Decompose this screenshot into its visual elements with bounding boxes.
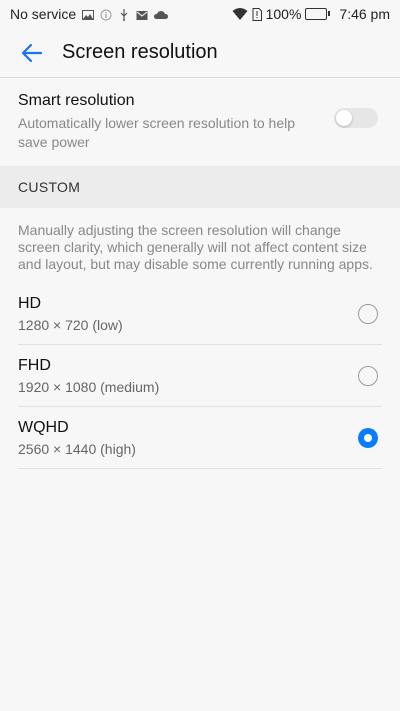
option-text: FHD 1920 × 1080 (medium) xyxy=(18,356,358,396)
cloud-icon xyxy=(154,8,169,20)
battery-percent: 100% xyxy=(265,6,302,22)
screen: No service 100% 7:46 pm Screen resolutio… xyxy=(0,0,400,711)
radio-wqhd[interactable] xyxy=(358,428,378,448)
status-bar: No service 100% 7:46 pm xyxy=(0,0,400,28)
usb-icon xyxy=(118,8,130,21)
custom-info-text: Manually adjusting the screen resolution… xyxy=(18,222,373,272)
clock: 7:46 pm xyxy=(339,6,390,22)
smart-resolution-text: Smart resolution Automatically lower scr… xyxy=(18,90,334,152)
arrow-left-icon xyxy=(21,43,43,62)
option-text: HD 1280 × 720 (low) xyxy=(18,294,358,334)
wifi-icon xyxy=(232,7,248,21)
radio-hd[interactable] xyxy=(358,304,378,324)
status-left: No service xyxy=(10,6,169,22)
toggle-knob xyxy=(336,110,352,126)
mail-icon xyxy=(136,8,148,20)
smart-resolution-description: Automatically lower screen resolution to… xyxy=(18,115,296,150)
option-title: WQHD xyxy=(18,419,69,436)
custom-section-header: CUSTOM xyxy=(0,166,400,208)
option-title: HD xyxy=(18,295,42,312)
smart-resolution-row[interactable]: Smart resolution Automatically lower scr… xyxy=(0,78,400,162)
photo-icon xyxy=(82,8,95,20)
sim-alert-icon xyxy=(252,7,262,21)
resolution-option-hd[interactable]: HD 1280 × 720 (low) xyxy=(0,283,400,345)
radio-fhd[interactable] xyxy=(358,366,378,386)
info-icon xyxy=(100,8,112,21)
smart-resolution-toggle[interactable] xyxy=(334,108,378,128)
option-title: FHD xyxy=(18,357,51,374)
option-subtitle: 1280 × 720 (low) xyxy=(18,317,123,333)
app-bar: Screen resolution xyxy=(0,28,400,78)
carrier-text: No service xyxy=(10,6,77,22)
option-subtitle: 1920 × 1080 (medium) xyxy=(18,379,160,395)
resolution-option-fhd[interactable]: FHD 1920 × 1080 (medium) xyxy=(0,345,400,407)
divider xyxy=(18,468,382,469)
resolution-option-wqhd[interactable]: WQHD 2560 × 1440 (high) xyxy=(0,407,400,469)
option-subtitle: 2560 × 1440 (high) xyxy=(18,441,136,457)
back-button[interactable] xyxy=(16,37,48,69)
battery-icon xyxy=(305,8,331,20)
status-right: 100% 7:46 pm xyxy=(232,6,390,22)
option-text: WQHD 2560 × 1440 (high) xyxy=(18,418,358,458)
page-title: Screen resolution xyxy=(62,41,218,63)
smart-resolution-title: Smart resolution xyxy=(18,92,135,109)
